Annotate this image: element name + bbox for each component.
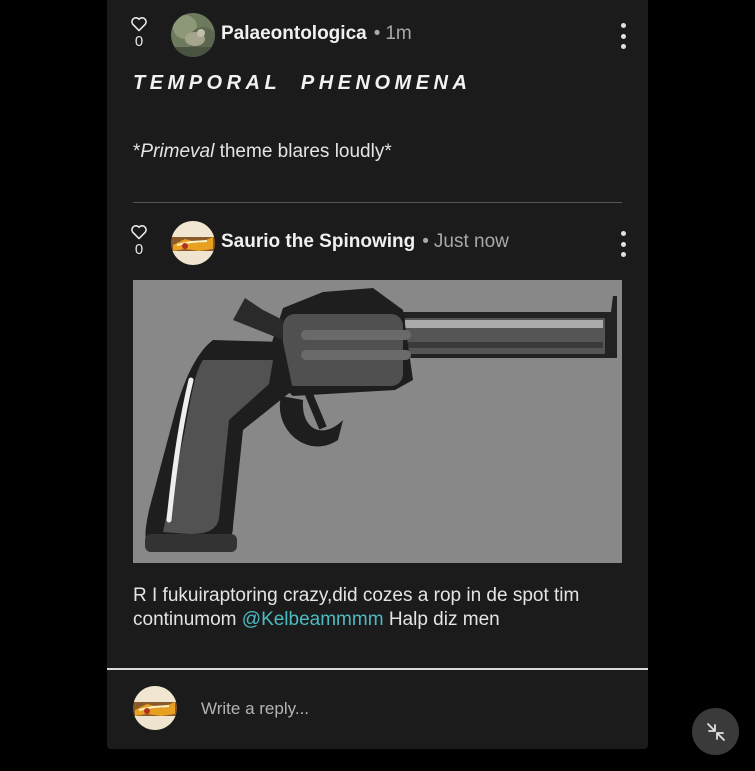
post-headline: TEMPORAL PHENOMENA: [133, 72, 472, 94]
avatar[interactable]: [171, 221, 215, 265]
like-count: 0: [134, 33, 144, 50]
post-body: R I fukuiraptoring crazy,did cozes a rop…: [133, 585, 580, 630]
revolver-image[interactable]: [133, 280, 622, 563]
more-options-button[interactable]: [617, 23, 629, 49]
timestamp: 1m: [385, 23, 412, 44]
post-body: *Primeval theme blares loudly*: [133, 141, 392, 162]
avatar[interactable]: [171, 13, 215, 57]
more-options-button[interactable]: [617, 231, 629, 257]
author-line: Saurio the Spinowing • Just now: [221, 231, 509, 255]
more-vertical-icon: [620, 23, 626, 28]
avatar: [133, 686, 177, 730]
collapse-arrows-icon: [706, 722, 725, 741]
more-vertical-icon: [620, 231, 626, 236]
heart-icon: [131, 225, 147, 240]
heart-icon: [131, 17, 147, 32]
reply-input[interactable]: [201, 699, 601, 719]
collapse-button[interactable]: [692, 708, 739, 755]
user-mention-link[interactable]: @Kelbeammmm: [242, 609, 384, 630]
separator-dot: •: [422, 231, 429, 252]
author-name[interactable]: Saurio the Spinowing: [221, 231, 415, 253]
like-button[interactable]: 0: [129, 224, 149, 258]
timestamp: Just now: [433, 231, 509, 252]
author-name[interactable]: Palaeontologica: [221, 23, 367, 45]
post: 0 Saurio the Spinowing • Just now R I fu…: [107, 203, 648, 670]
like-button[interactable]: 0: [129, 16, 149, 50]
like-count: 0: [134, 241, 144, 258]
reply-bar: [107, 668, 648, 749]
separator-dot: •: [373, 23, 381, 44]
revolver-icon: [133, 280, 622, 563]
thread-panel: 0 Palaeontologica • 1m TEMPORAL PHENOMEN…: [107, 0, 648, 749]
post: 0 Palaeontologica • 1m TEMPORAL PHENOMEN…: [107, 0, 648, 203]
author-line: Palaeontologica • 1m: [221, 23, 412, 47]
